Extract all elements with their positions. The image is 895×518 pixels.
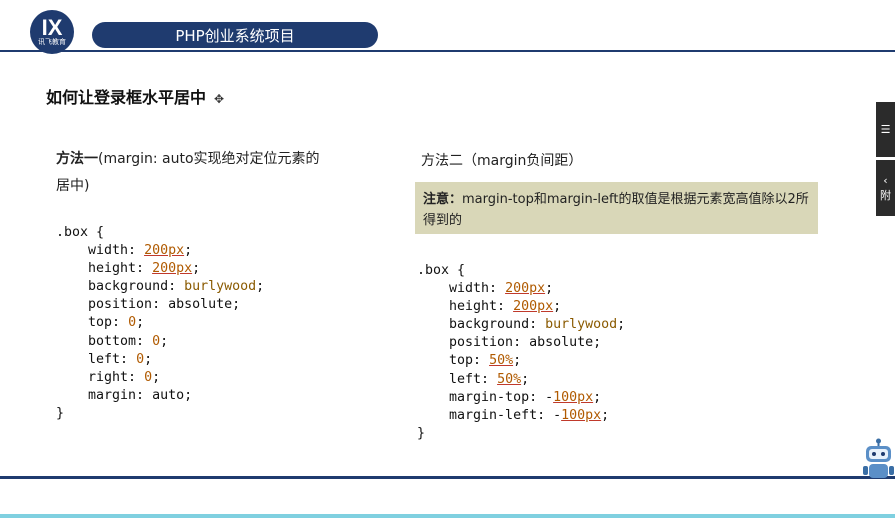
method1-code-line: right: 0; xyxy=(56,369,161,385)
method2-code-line: background: burlywood; xyxy=(417,317,626,333)
method2-title: 方法二（margin负间距） xyxy=(421,153,583,169)
method1-code-line: } xyxy=(56,405,65,421)
slide-heading: 如何让登录框水平居中 xyxy=(46,88,207,107)
method2-code-line: left: 50%; xyxy=(417,371,530,387)
method1-title: 方法一(margin: auto实现绝对定位元素的居中) xyxy=(56,146,331,200)
header-divider xyxy=(0,50,895,52)
method2-code-line: width: 200px; xyxy=(417,281,554,297)
menu-icon: ☰ xyxy=(880,123,891,136)
method2-code-line: top: 50%; xyxy=(417,353,522,369)
method2-note: 注意：margin-top和margin-left的取值是根据元素宽高值除以2所… xyxy=(415,182,818,234)
logo-text: 讯飞教育 xyxy=(38,37,66,46)
course-title-bar: PHP创业系统项目 xyxy=(92,22,378,48)
method2-code-line: position: absolute; xyxy=(417,335,602,351)
method2-code-line: height: 200px; xyxy=(417,299,562,315)
method1-code-line: position: absolute; xyxy=(56,297,241,313)
method2-code-line: .box { xyxy=(417,263,466,278)
brand-logo: IX 讯飞教育 xyxy=(30,10,74,54)
method1-code-line: height: 200px; xyxy=(56,261,201,277)
footer-divider xyxy=(0,476,895,479)
course-title: PHP创业系统项目 xyxy=(175,26,295,45)
method1-code-line: margin: auto; xyxy=(56,387,193,403)
method1-code-line: left: 0; xyxy=(56,351,153,367)
method1-code-line: width: 200px; xyxy=(56,243,193,259)
method1-code-line: .box { xyxy=(56,225,105,240)
side-menu-tab[interactable]: ☰ xyxy=(876,102,895,157)
method2-code-block: .box { width: 200px; height: 200px; back… xyxy=(417,262,625,443)
logo-mark: IX xyxy=(41,14,63,40)
method2-code-line: } xyxy=(417,425,426,441)
method1-code-block: .box { width: 200px; height: 200px; back… xyxy=(56,224,264,423)
method2-code-line: margin-top: -100px; xyxy=(417,389,602,405)
method1-code-line: background: burlywood; xyxy=(56,279,265,295)
method1-title-bold: 方法一 xyxy=(56,151,98,167)
side-attachment-tab[interactable]: ‹ 附 xyxy=(876,160,895,216)
method1-code-line: top: 0; xyxy=(56,315,145,331)
note-text: margin-top和margin-left的取值是根据元素宽高值除以2所得到的 xyxy=(423,192,809,228)
method1-code-line: bottom: 0; xyxy=(56,333,169,349)
mouse-pointer-icon: ✥ xyxy=(214,92,225,106)
player-progress-strip xyxy=(0,514,895,518)
method2-code-line: margin-left: -100px; xyxy=(417,407,610,423)
chevron-left-icon: ‹ xyxy=(883,173,888,187)
side-attachment-label: 附 xyxy=(880,188,891,202)
robot-assistant-icon[interactable] xyxy=(862,438,895,482)
note-label: 注意： xyxy=(423,192,463,207)
